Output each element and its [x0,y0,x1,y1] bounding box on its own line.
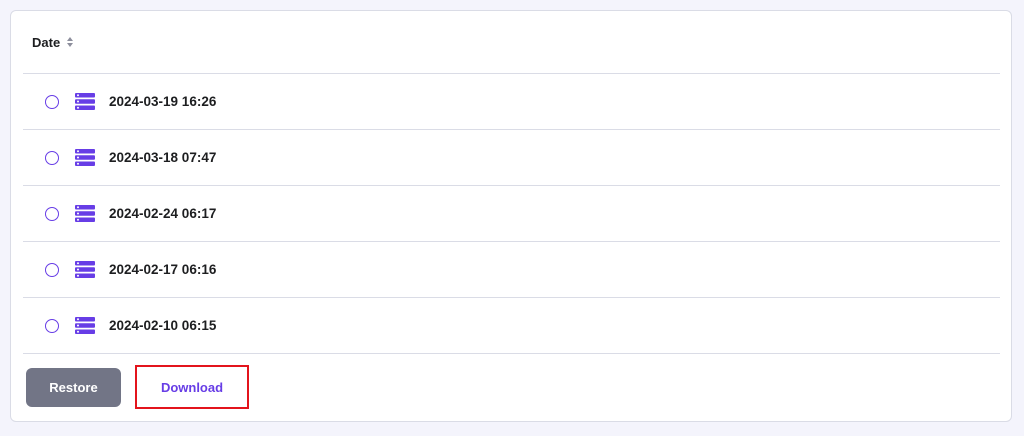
backups-card: Date 2024-03-19 16:26 2024-03-18 07:47 2… [10,10,1012,422]
table-row[interactable]: 2024-03-19 16:26 [23,74,1000,130]
backups-table: Date 2024-03-19 16:26 2024-03-18 07:47 2… [23,11,1000,354]
action-bar: Restore Download [26,365,249,409]
row-date: 2024-02-24 06:17 [109,206,217,221]
table-row[interactable]: 2024-02-24 06:17 [23,186,1000,242]
server-icon [75,317,95,334]
row-radio[interactable] [45,262,59,277]
server-icon [75,149,95,166]
server-icon [75,205,95,222]
row-radio[interactable] [45,318,59,333]
row-radio[interactable] [45,150,59,165]
restore-button[interactable]: Restore [26,368,121,407]
table-row[interactable]: 2024-03-18 07:47 [23,130,1000,186]
sort-icon[interactable] [66,36,74,48]
table-header: Date [23,11,1000,74]
table-row[interactable]: 2024-02-10 06:15 [23,298,1000,354]
row-date: 2024-03-18 07:47 [109,150,217,165]
table-row[interactable]: 2024-02-17 06:16 [23,242,1000,298]
row-date: 2024-03-19 16:26 [109,94,217,109]
date-column-header[interactable]: Date [32,35,60,50]
download-button[interactable]: Download [135,365,249,409]
row-date: 2024-02-10 06:15 [109,318,217,333]
row-radio[interactable] [45,94,59,109]
row-radio[interactable] [45,206,59,221]
row-date: 2024-02-17 06:16 [109,262,217,277]
server-icon [75,93,95,110]
server-icon [75,261,95,278]
